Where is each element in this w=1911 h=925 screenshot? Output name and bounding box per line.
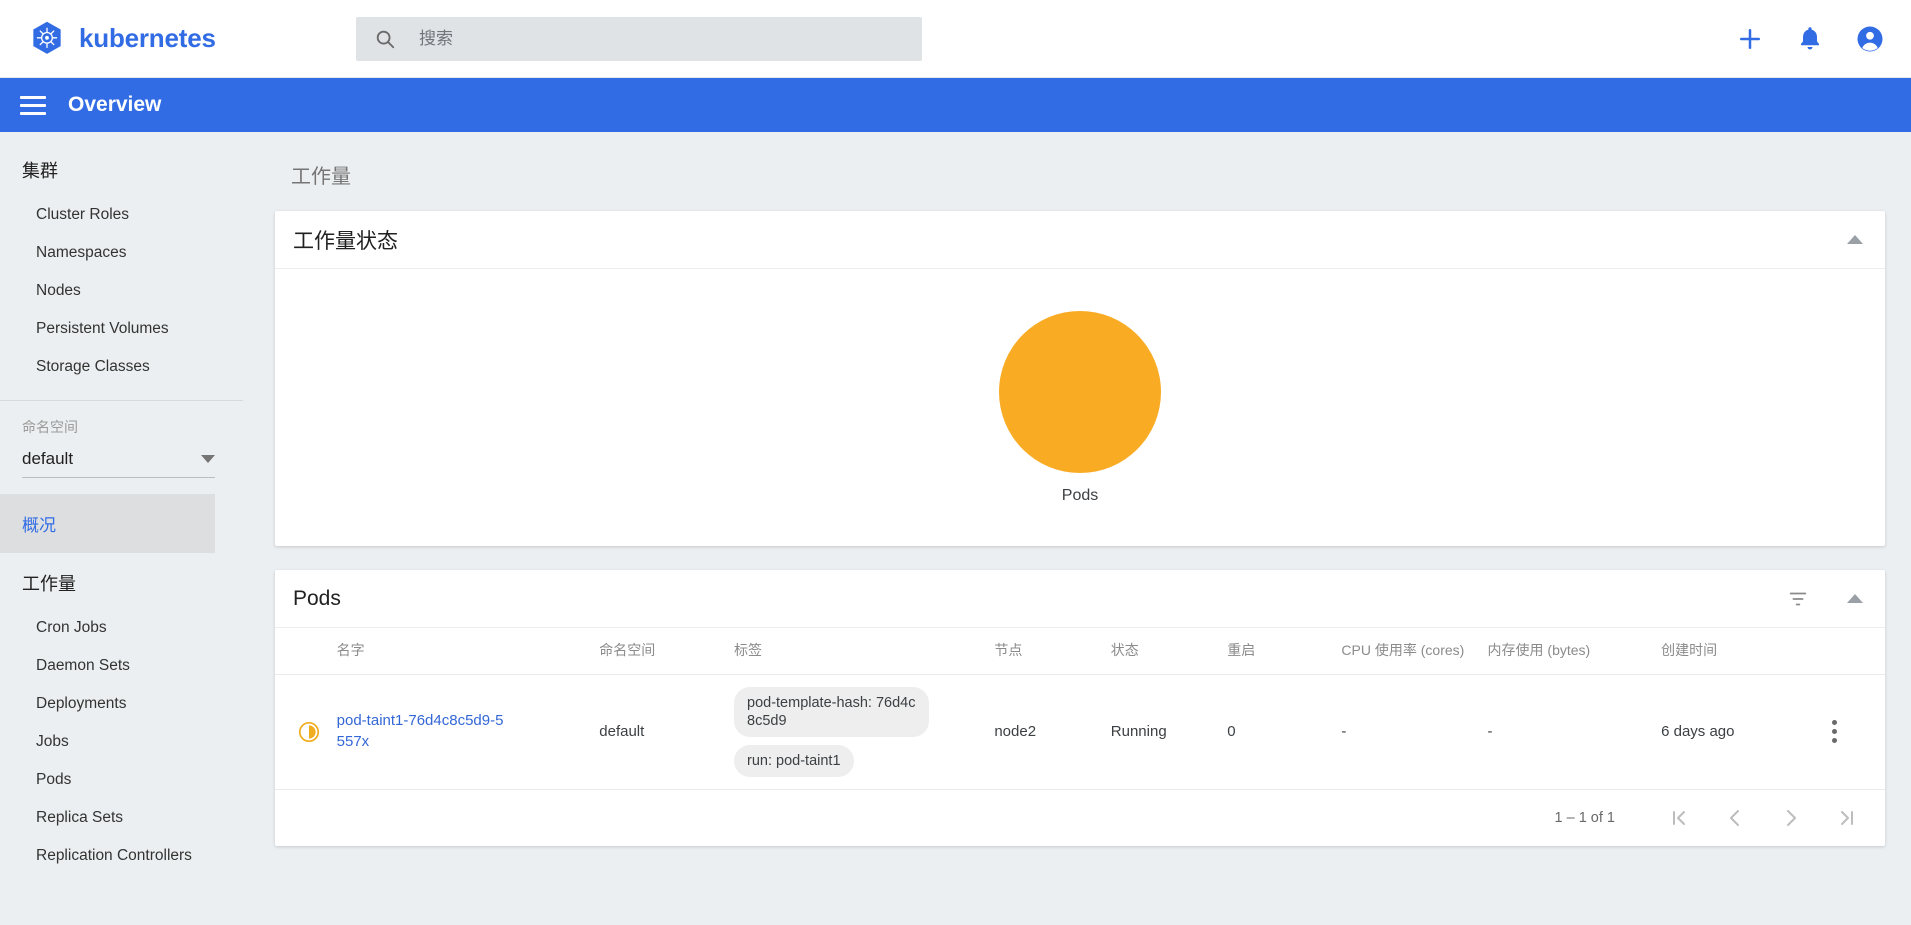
sidebar-item-namespaces[interactable]: Namespaces (0, 234, 253, 272)
sidebar-item-pods[interactable]: Pods (0, 761, 253, 799)
workload-status-chart: Pods (275, 269, 1885, 546)
sidebar-item-replica-sets[interactable]: Replica Sets (0, 799, 253, 837)
bell-icon (1795, 24, 1825, 54)
pods-table-body: pod-taint1-76d4c8c5d9-5557x default pod-… (275, 674, 1885, 789)
workload-status-card-header: 工作量状态 (275, 211, 1885, 269)
workload-status-card-actions (1847, 235, 1863, 244)
search-box[interactable] (356, 17, 922, 61)
cell-status (275, 674, 337, 789)
account-button[interactable] (1855, 24, 1885, 54)
th-namespace[interactable]: 命名空间 (599, 628, 734, 674)
search-icon (374, 28, 396, 50)
sidebar-item-deployments[interactable]: Deployments (0, 685, 253, 723)
pods-table-header-row: 名字 命名空间 标签 节点 状态 重启 CPU 使用率 (cores) 内存使用… (275, 628, 1885, 674)
namespace-select[interactable]: default (22, 445, 215, 478)
workload-status-title: 工作量状态 (293, 225, 398, 255)
sidebar-item-replication-controllers[interactable]: Replication Controllers (0, 837, 253, 875)
top-bar: kubernetes (0, 0, 1911, 78)
create-button[interactable] (1735, 24, 1765, 54)
last-page-icon (1835, 806, 1859, 830)
sidebar-item-overview[interactable]: 概况 (0, 494, 215, 553)
pods-card-header: Pods (275, 570, 1885, 628)
table-row: pod-taint1-76d4c8c5d9-5557x default pod-… (275, 674, 1885, 789)
th-status (275, 628, 337, 674)
brand-name: kubernetes (79, 23, 216, 54)
workload-status-card: 工作量状态 Pods (275, 211, 1885, 546)
sidebar-item-cluster-roles[interactable]: Cluster Roles (0, 196, 253, 234)
cell-created: 6 days ago (1661, 674, 1832, 789)
cell-state: Running (1111, 674, 1227, 789)
sidebar-item-nodes[interactable]: Nodes (0, 272, 253, 310)
first-page-button[interactable] (1667, 806, 1691, 830)
next-page-icon (1779, 806, 1803, 830)
account-circle-icon (1855, 24, 1885, 54)
top-bar-actions (1735, 24, 1885, 54)
th-restarts[interactable]: 重启 (1227, 628, 1341, 674)
th-state[interactable]: 状态 (1111, 628, 1227, 674)
first-page-icon (1667, 806, 1691, 830)
more-vert-icon[interactable] (1832, 720, 1837, 743)
pending-clock-icon (297, 720, 321, 744)
sidebar-group-cluster: 集群 (0, 140, 253, 196)
cell-name: pod-taint1-76d4c8c5d9-5557x (337, 674, 600, 789)
th-cpu[interactable]: CPU 使用率 (cores) (1341, 628, 1487, 674)
pods-pagination: 1 – 1 of 1 (275, 790, 1885, 846)
prev-page-button[interactable] (1723, 806, 1747, 830)
th-name[interactable]: 名字 (337, 628, 600, 674)
pods-card: Pods 名字 (275, 570, 1885, 846)
cell-labels: pod-template-hash: 76d4c8c5d9 run: pod-t… (734, 674, 994, 789)
chevron-up-icon[interactable] (1847, 235, 1863, 244)
cell-cpu: - (1341, 674, 1487, 789)
label-chips: pod-template-hash: 76d4c8c5d9 run: pod-t… (734, 687, 986, 777)
pods-table: 名字 命名空间 标签 节点 状态 重启 CPU 使用率 (cores) 内存使用… (275, 628, 1885, 790)
label-chip: run: pod-taint1 (734, 745, 854, 777)
th-memory[interactable]: 内存使用 (bytes) (1488, 628, 1662, 674)
pods-table-head: 名字 命名空间 标签 节点 状态 重启 CPU 使用率 (cores) 内存使用… (275, 628, 1885, 674)
pods-card-actions (1787, 588, 1863, 610)
prev-page-icon (1723, 806, 1747, 830)
cell-memory: - (1488, 674, 1662, 789)
sidebar-item-storage-classes[interactable]: Storage Classes (0, 348, 253, 386)
pod-name-link[interactable]: pod-taint1-76d4c8c5d9-5557x (337, 711, 512, 752)
sidebar-group-workload: 工作量 (0, 553, 253, 609)
cell-menu (1832, 674, 1885, 789)
filter-list-icon[interactable] (1787, 588, 1809, 610)
cell-namespace: default (599, 674, 734, 789)
page-title: Overview (68, 93, 161, 117)
pods-pie-chart (999, 311, 1161, 473)
sidebar-item-persistent-volumes[interactable]: Persistent Volumes (0, 310, 253, 348)
page-header: Overview (0, 78, 1911, 132)
chevron-up-icon[interactable] (1847, 594, 1863, 603)
pie-chart-label: Pods (1062, 487, 1098, 505)
hamburger-menu-icon[interactable] (20, 96, 46, 115)
kubernetes-helm-logo-icon (28, 20, 66, 58)
main-content: 工作量 工作量状态 Pods Pods (253, 132, 1911, 925)
search-input[interactable] (419, 29, 904, 49)
next-page-button[interactable] (1779, 806, 1803, 830)
th-labels[interactable]: 标签 (734, 628, 994, 674)
brand[interactable]: kubernetes (28, 20, 328, 58)
chevron-down-icon (201, 455, 215, 463)
th-menu (1832, 628, 1885, 674)
plus-icon (1735, 24, 1765, 54)
sidebar-item-daemon-sets[interactable]: Daemon Sets (0, 647, 253, 685)
last-page-button[interactable] (1835, 806, 1859, 830)
sidebar-item-jobs[interactable]: Jobs (0, 723, 253, 761)
th-created[interactable]: 创建时间 (1661, 628, 1832, 674)
section-label: 工作量 (275, 132, 1885, 211)
th-node[interactable]: 节点 (994, 628, 1110, 674)
pagination-range: 1 – 1 of 1 (1555, 810, 1615, 826)
sidebar: 集群 Cluster Roles Namespaces Nodes Persis… (0, 132, 253, 925)
cell-restarts: 0 (1227, 674, 1341, 789)
sidebar-item-cron-jobs[interactable]: Cron Jobs (0, 609, 253, 647)
label-chip: pod-template-hash: 76d4c8c5d9 (734, 687, 929, 737)
namespace-label: 命名空间 (0, 401, 253, 445)
namespace-selected-value: default (22, 449, 73, 469)
pods-card-title: Pods (293, 587, 341, 611)
cell-node: node2 (994, 674, 1110, 789)
notifications-button[interactable] (1795, 24, 1825, 54)
